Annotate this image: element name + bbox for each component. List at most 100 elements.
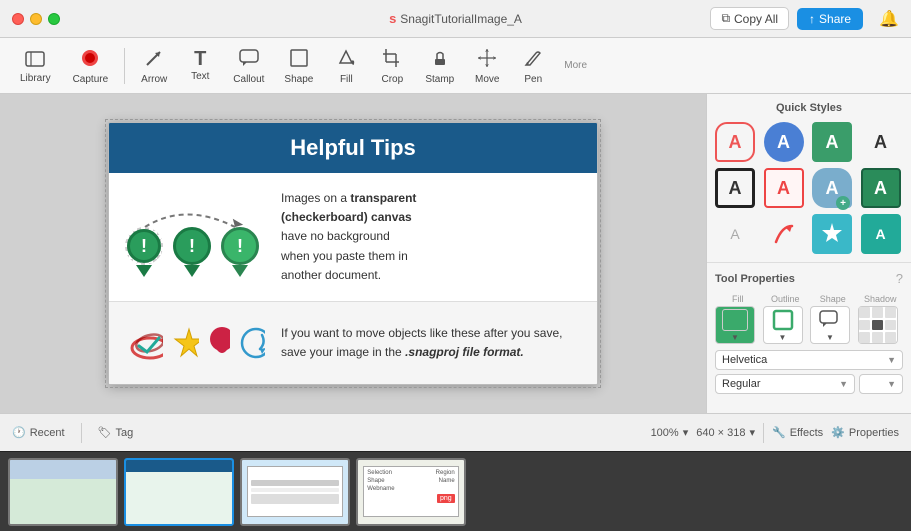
outline-column: Outline ▼ [763, 294, 809, 344]
toolbar-item-library[interactable]: Library [10, 43, 61, 88]
thumbnail-1-preview [10, 460, 116, 524]
shadow-grid [859, 307, 897, 343]
shape-selector[interactable]: ▼ [810, 306, 850, 344]
style-dropdown[interactable]: Regular ▼ [715, 374, 855, 394]
shadow-column: Shadow [858, 294, 904, 344]
swirl-check-icon [125, 318, 163, 368]
style-dropdown-arrow: ▼ [839, 379, 848, 389]
dimensions-arrow: ▾ [749, 426, 755, 439]
thumbnail-4[interactable]: SelectionRegion ShapeName Webname png [356, 458, 466, 526]
shape-label: Shape [810, 294, 856, 304]
font-dropdown[interactable]: Helvetica ▼ [715, 350, 903, 370]
style-item-green-dark[interactable]: A [861, 168, 901, 208]
pin-icons-group: ! ! ! [125, 227, 259, 277]
pin-icon-3: ! [221, 227, 259, 277]
minimize-button[interactable] [30, 13, 42, 25]
outline-shape-icon [771, 308, 795, 332]
share-icon: ↑ [809, 12, 815, 26]
crop-icon [381, 47, 403, 72]
thumbnail-1[interactable] [8, 458, 118, 526]
status-bar: 🕐 Recent 🏷 Tag 100% ▾ 640 × 318 ▾ 🔧 Effe… [0, 413, 911, 451]
thumbnail-3[interactable] [240, 458, 350, 526]
style-item-cloud-blue[interactable]: A + [812, 168, 852, 208]
style-item-green-badge[interactable]: A [861, 214, 901, 254]
status-divider-1 [81, 423, 82, 443]
style-item-blue-filled[interactable]: A [764, 122, 804, 162]
effects-button[interactable]: 🔧 Effects [772, 426, 823, 439]
fill-column: Fill ▼ [715, 294, 761, 344]
main-content: Helpful Tips ! [0, 94, 911, 413]
tool-props-header: Tool Properties ? [715, 271, 903, 286]
canvas-image: Helpful Tips ! [108, 122, 598, 385]
quick-styles-title: Quick Styles [715, 102, 903, 114]
canvas-title: Helpful Tips [109, 123, 597, 173]
recent-button[interactable]: 🕐 Recent [12, 426, 65, 439]
toolbar-item-callout[interactable]: Callout [225, 43, 272, 89]
notification-bell-icon[interactable]: 🔔 [879, 9, 899, 29]
fill-color-swatch [722, 309, 748, 331]
traffic-lights [0, 13, 60, 25]
effects-icon: 🔧 [772, 426, 786, 439]
tool-properties-section: Tool Properties ? Fill ▼ Outline [707, 263, 911, 413]
maximize-button[interactable] [48, 13, 60, 25]
thumbnail-2[interactable] [124, 458, 234, 526]
tool-properties-title: Tool Properties [715, 273, 795, 285]
app-logo: s [389, 11, 396, 26]
style-item-plain[interactable]: A [861, 122, 901, 162]
tag-button[interactable]: 🏷 Tag [98, 426, 134, 439]
tag-icon: 🏷 [98, 426, 112, 439]
teal-star-icon [818, 220, 846, 248]
help-button[interactable]: ? [896, 271, 903, 286]
toolbar-item-pen[interactable]: Pen [512, 43, 554, 89]
copy-all-button[interactable]: ⧉ Copy All [710, 7, 789, 30]
shadow-selector[interactable] [858, 306, 898, 344]
arrow-icon [143, 47, 165, 72]
pin-icon-2: ! [173, 227, 211, 277]
fill-selector[interactable]: ▼ [715, 306, 755, 344]
location-pin-icon [207, 323, 230, 363]
style-item-chat-red[interactable]: A [715, 122, 755, 162]
toolbar-item-text[interactable]: T Text [179, 45, 221, 86]
library-icon [23, 47, 47, 71]
more-button[interactable]: More [558, 56, 593, 75]
title-bar: s SnagitTutorialImage_A ⧉ Copy All ↑ Sha… [0, 0, 911, 38]
status-divider-2 [763, 423, 764, 443]
properties-icon: ⚙️ [831, 426, 845, 439]
style-item-red-border[interactable]: A [764, 168, 804, 208]
canvas-area[interactable]: Helpful Tips ! [0, 94, 706, 413]
copy-icon: ⧉ [721, 11, 730, 26]
style-item-black-border[interactable]: A [715, 168, 755, 208]
capture-icon [79, 47, 101, 72]
fill-icon [335, 47, 357, 72]
close-button[interactable] [12, 13, 24, 25]
style-grid: A A A A A A A + A A [715, 122, 903, 254]
toolbar-item-capture[interactable]: Capture [65, 43, 117, 89]
thumbnails-bar: SelectionRegion ShapeName Webname png [0, 451, 911, 531]
red-arrow-style-icon [768, 218, 800, 250]
size-dropdown-arrow: ▼ [887, 379, 896, 389]
toolbar-item-stamp[interactable]: Stamp [417, 43, 462, 89]
toolbar-item-fill[interactable]: Fill [325, 43, 367, 89]
pen-icon [522, 47, 544, 72]
style-item-green-sq[interactable]: A [812, 122, 852, 162]
thumbnail-3-preview [242, 460, 348, 524]
star-icon [171, 325, 198, 361]
canvas-row1: ! ! ! [109, 173, 597, 302]
style-item-teal-star[interactable] [812, 214, 852, 254]
style-item-red-arrow[interactable] [764, 214, 804, 254]
zoom-dropdown-arrow: ▾ [683, 426, 689, 439]
properties-button[interactable]: ⚙️ Properties [831, 426, 899, 439]
font-size-dropdown[interactable]: ▼ [859, 374, 903, 394]
outline-selector[interactable]: ▼ [763, 306, 803, 344]
toolbar-item-shape[interactable]: Shape [276, 43, 321, 89]
canvas-selection: Helpful Tips ! [108, 122, 598, 385]
toolbar-item-move[interactable]: Move [466, 43, 508, 89]
style-row: Regular ▼ ▼ [715, 374, 903, 398]
toolbar-item-crop[interactable]: Crop [371, 43, 413, 89]
share-button[interactable]: ↑ Share [797, 8, 863, 30]
toolbar-item-arrow[interactable]: Arrow [133, 43, 175, 89]
zoom-control[interactable]: 100% ▾ [651, 426, 689, 439]
font-dropdown-arrow: ▼ [887, 355, 896, 365]
style-item-plain-small[interactable]: A [715, 214, 755, 254]
shape-icon [288, 47, 310, 72]
